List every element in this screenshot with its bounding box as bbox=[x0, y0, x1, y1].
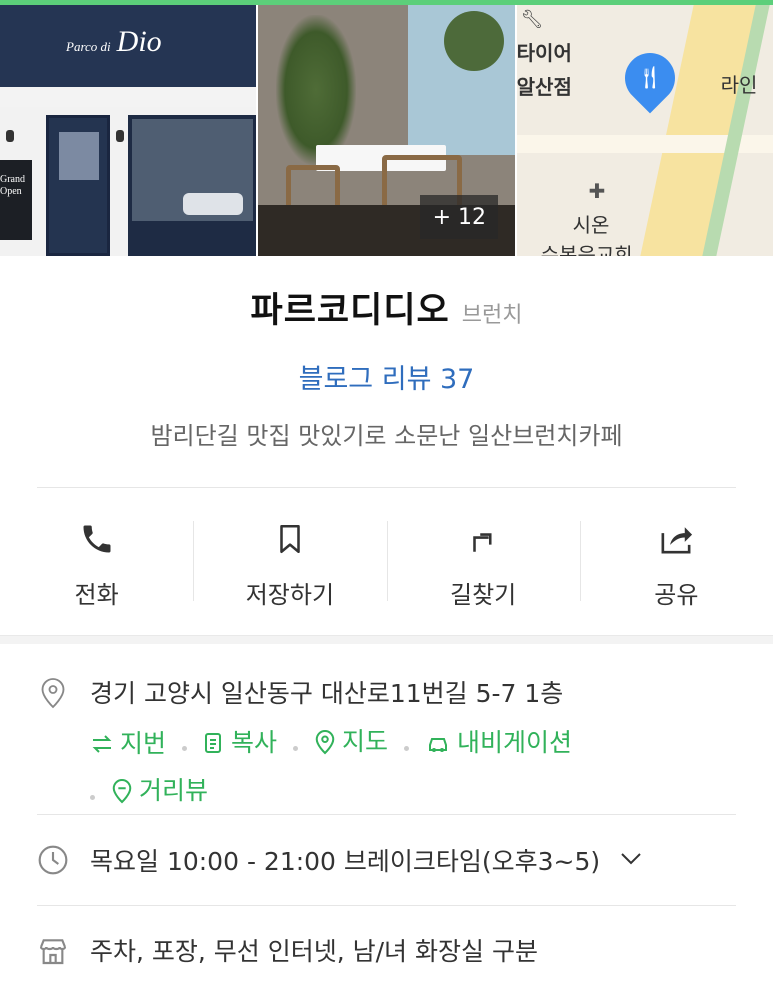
map-label: 시온 bbox=[572, 213, 610, 237]
place-summary: 파르코디디오 브런치 블로그 리뷰 37 밤리단길 맛집 맛있기로 소문난 일산… bbox=[0, 289, 773, 451]
call-label: 전화 bbox=[74, 580, 119, 609]
door-window bbox=[59, 132, 99, 180]
storefront-photo[interactable]: Parco di Dio Grand Open bbox=[0, 5, 257, 256]
amenities-text: 주차, 포장, 무선 인터넷, 남/녀 화장실 구분 bbox=[90, 937, 538, 966]
facade-band bbox=[0, 87, 257, 107]
street-view-link[interactable]: 거리뷰 bbox=[111, 769, 208, 813]
car-reflection bbox=[183, 193, 243, 215]
section-separator bbox=[0, 635, 773, 644]
directions-icon bbox=[466, 521, 500, 557]
door bbox=[46, 115, 110, 256]
separator-dot bbox=[182, 745, 188, 751]
clock-icon bbox=[36, 843, 70, 877]
share-label: 공유 bbox=[654, 580, 699, 609]
map-link[interactable]: 지도 bbox=[314, 720, 388, 764]
fork-knife-icon: 🍴︎ bbox=[635, 65, 664, 91]
wall-lamp-icon bbox=[6, 130, 14, 142]
chevron-down-icon[interactable] bbox=[620, 851, 642, 870]
map-label: 라인 bbox=[720, 73, 758, 97]
save-label: 저장하기 bbox=[245, 580, 335, 609]
share-button[interactable]: 공유 bbox=[579, 520, 773, 609]
separator-dot bbox=[293, 745, 299, 751]
map-label: 타이어 bbox=[516, 41, 572, 65]
phone-icon bbox=[79, 521, 115, 557]
store-sign-small: Parco di bbox=[66, 39, 111, 54]
separator-dot bbox=[404, 745, 410, 751]
directions-label: 길찾기 bbox=[450, 580, 517, 609]
hours-text: 목요일 10:00 - 21:00 브레이크타임(오후3~5) bbox=[90, 847, 601, 876]
map-pin-icon bbox=[315, 729, 335, 755]
church-icon: ✚ bbox=[588, 179, 606, 203]
map-label: 알산점 bbox=[516, 75, 572, 99]
blog-review-link[interactable]: 블로그 리뷰 37 bbox=[0, 357, 773, 396]
copy-icon bbox=[205, 733, 222, 753]
copy-label: 복사 bbox=[231, 728, 278, 757]
window-base bbox=[128, 223, 257, 256]
wall-lamp-icon bbox=[116, 130, 124, 142]
copy-link[interactable]: 복사 bbox=[203, 721, 277, 765]
action-bar: 전화 저장하기 길찾기 공유 bbox=[0, 488, 773, 635]
street-view-label: 거리뷰 bbox=[139, 776, 209, 805]
directions-button[interactable]: 길찾기 bbox=[386, 520, 580, 609]
photo-gallery[interactable]: Parco di Dio Grand Open + 12 타이어 알산점 라인 시… bbox=[0, 5, 773, 256]
address-section: 경기 고양시 일산동구 대산로11번길 5-7 1층 지번 복사 지도 내비게이… bbox=[0, 644, 773, 814]
address-links: 지번 복사 지도 내비게이션 거리뷰 bbox=[90, 720, 773, 818]
lot-number-label: 지번 bbox=[120, 729, 167, 758]
navigation-label: 내비게이션 bbox=[457, 728, 573, 757]
amenities-section: 주차, 포장, 무선 인터넷, 남/녀 화장실 구분 bbox=[0, 906, 773, 994]
location-pin-icon bbox=[36, 676, 70, 710]
hours-section[interactable]: 목요일 10:00 - 21:00 브레이크타임(오후3~5) bbox=[0, 815, 773, 905]
map-label: 수복음교회 bbox=[540, 243, 633, 256]
street-view-icon bbox=[112, 778, 132, 804]
wrench-icon: 🔧︎ bbox=[520, 9, 544, 30]
swap-icon bbox=[92, 735, 112, 753]
store-icon bbox=[36, 934, 70, 968]
share-icon bbox=[657, 521, 695, 557]
address-text: 경기 고양시 일산동구 대산로11번길 5-7 1층 bbox=[90, 679, 564, 708]
shop-window bbox=[128, 115, 257, 225]
grand-open-poster: Grand Open bbox=[0, 160, 32, 240]
separator-dot bbox=[90, 794, 95, 800]
lot-number-link[interactable]: 지번 bbox=[90, 722, 166, 766]
car-icon bbox=[429, 738, 448, 752]
outside-tree bbox=[444, 11, 505, 71]
store-sign-text: Parco di Dio bbox=[66, 25, 162, 59]
save-button[interactable]: 저장하기 bbox=[193, 520, 386, 609]
interior-photo[interactable]: + 12 bbox=[258, 5, 515, 256]
map-thumbnail[interactable]: 타이어 알산점 라인 시온 수복음교회 ✚ 🔧︎ 🍴︎ bbox=[516, 5, 773, 256]
call-button[interactable]: 전화 bbox=[0, 521, 193, 609]
map-road bbox=[639, 5, 764, 256]
place-description: 밤리단길 맛집 맛있기로 소문난 일산브런치카페 bbox=[150, 422, 623, 450]
place-name: 파르코디디오 bbox=[250, 291, 450, 331]
bookmark-icon bbox=[273, 521, 307, 557]
place-category: 브런치 bbox=[461, 303, 523, 328]
more-photos-badge[interactable]: + 12 bbox=[420, 195, 499, 239]
map-label: 지도 bbox=[342, 727, 389, 756]
potted-plant bbox=[276, 15, 357, 165]
store-sign-big: Dio bbox=[116, 25, 162, 58]
navigation-link[interactable]: 내비게이션 bbox=[425, 721, 572, 765]
